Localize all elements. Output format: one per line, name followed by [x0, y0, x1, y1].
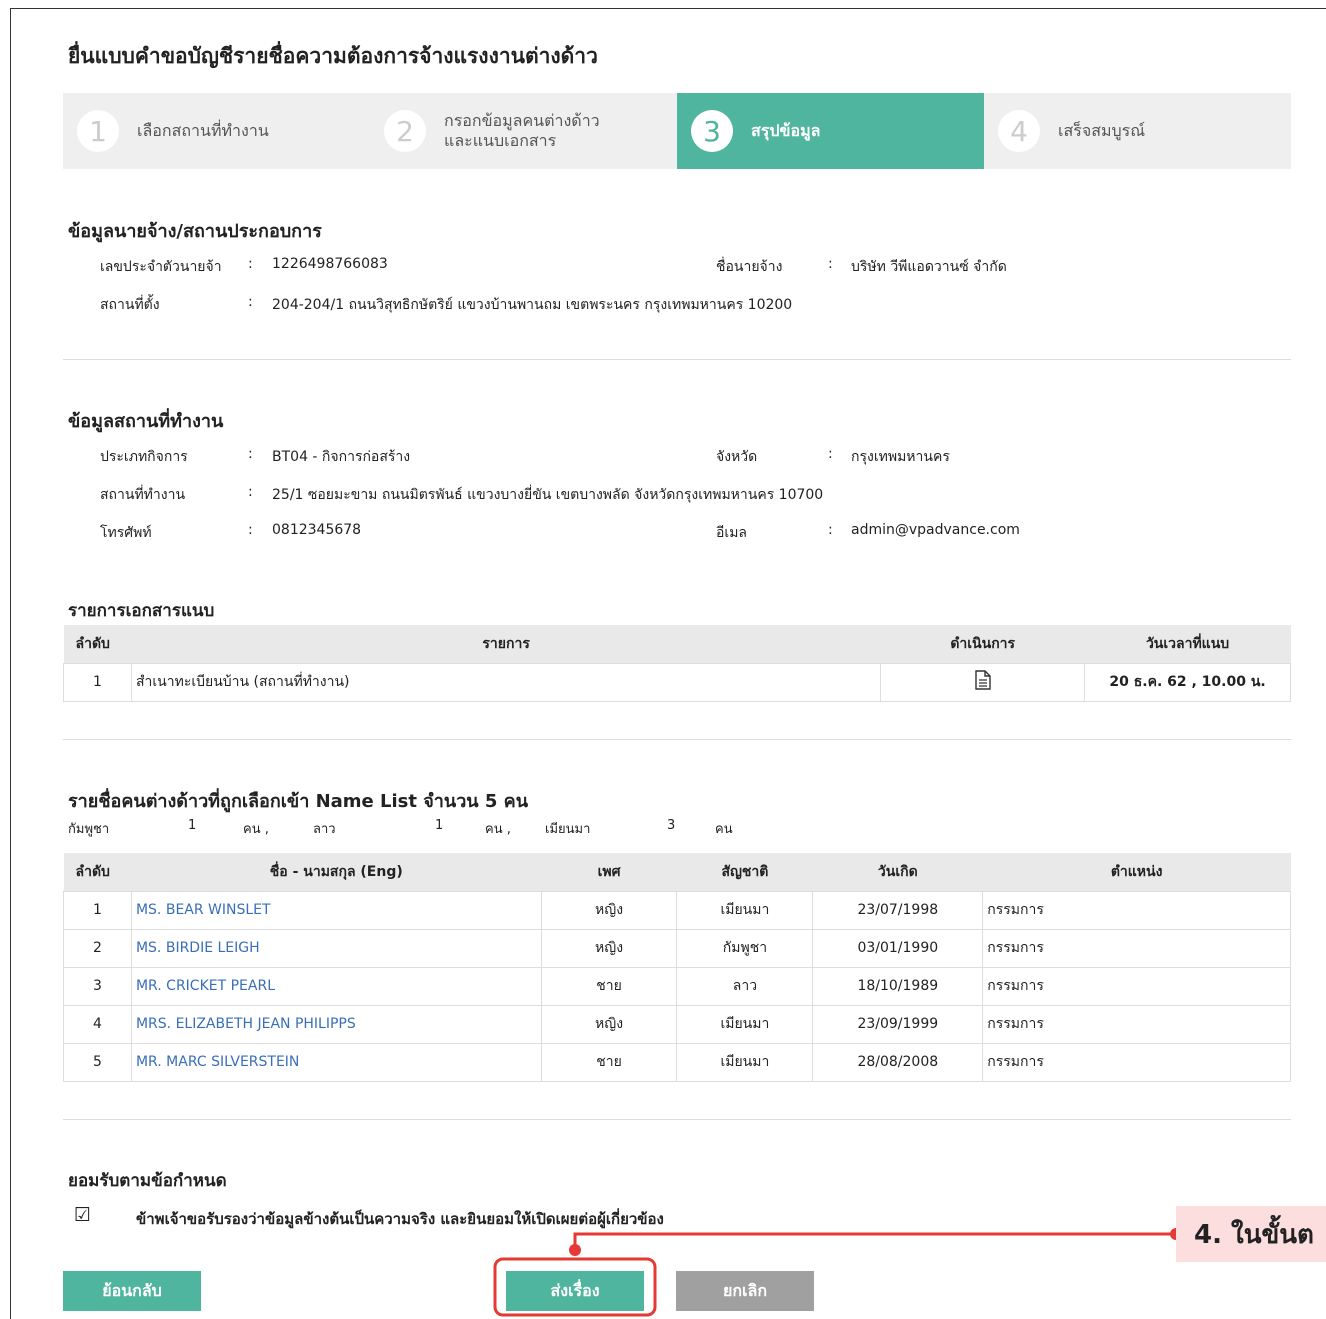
callout-annotation	[493, 1228, 1182, 1317]
callout-text: 4. ในขั้นต	[1176, 1206, 1326, 1262]
